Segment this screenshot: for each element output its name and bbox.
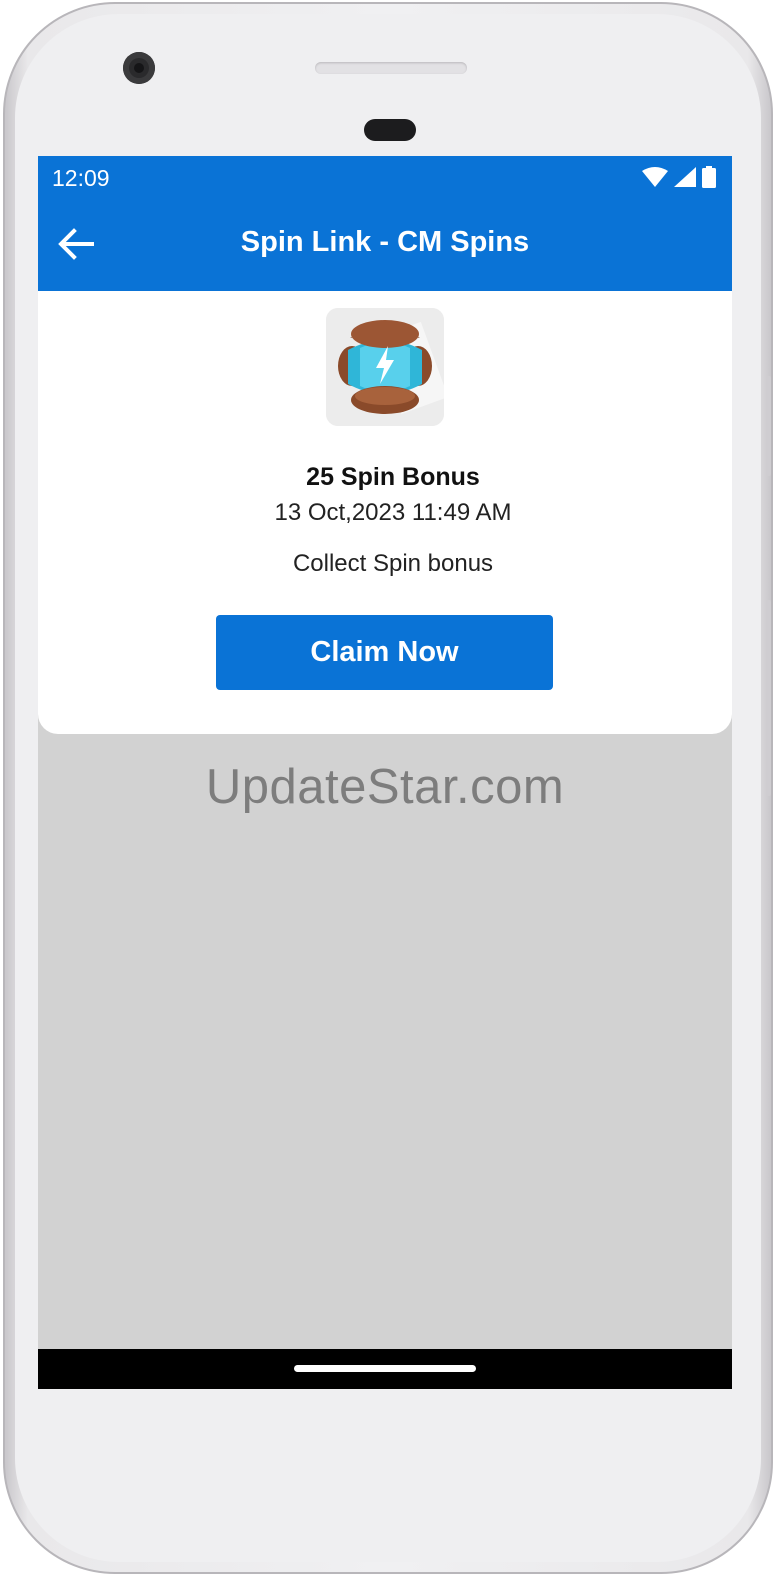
- bonus-date: 13 Oct,2023 11:49 AM: [274, 499, 512, 526]
- home-gesture-pill[interactable]: [294, 1365, 476, 1372]
- power-button: [766, 600, 771, 796]
- status-time: 12:09: [52, 165, 110, 191]
- screen: 12:09 Spin Link - CM Spins 25 Spin Bonus…: [38, 156, 732, 1389]
- navigation-bar: [38, 1349, 732, 1389]
- speaker-grille: [315, 62, 467, 74]
- volume-button: [766, 376, 771, 476]
- coin-master-spin-icon: [326, 308, 444, 426]
- watermark: UpdateStar.com: [205, 760, 565, 814]
- front-camera: [123, 52, 155, 84]
- wifi-icon: [642, 167, 668, 187]
- bonus-description: Collect Spin bonus: [292, 550, 494, 577]
- cellular-signal-icon: [674, 167, 696, 187]
- app-bar: 12:09 Spin Link - CM Spins: [38, 156, 732, 291]
- status-icons: [642, 166, 716, 188]
- bonus-title: 25 Spin Bonus: [306, 463, 480, 491]
- bonus-card: 25 Spin Bonus 13 Oct,2023 11:49 AM Colle…: [38, 291, 732, 734]
- page-title: Spin Link - CM Spins: [240, 226, 530, 258]
- earpiece: [364, 119, 416, 141]
- battery-icon: [702, 166, 716, 188]
- claim-now-button[interactable]: Claim Now: [216, 615, 553, 690]
